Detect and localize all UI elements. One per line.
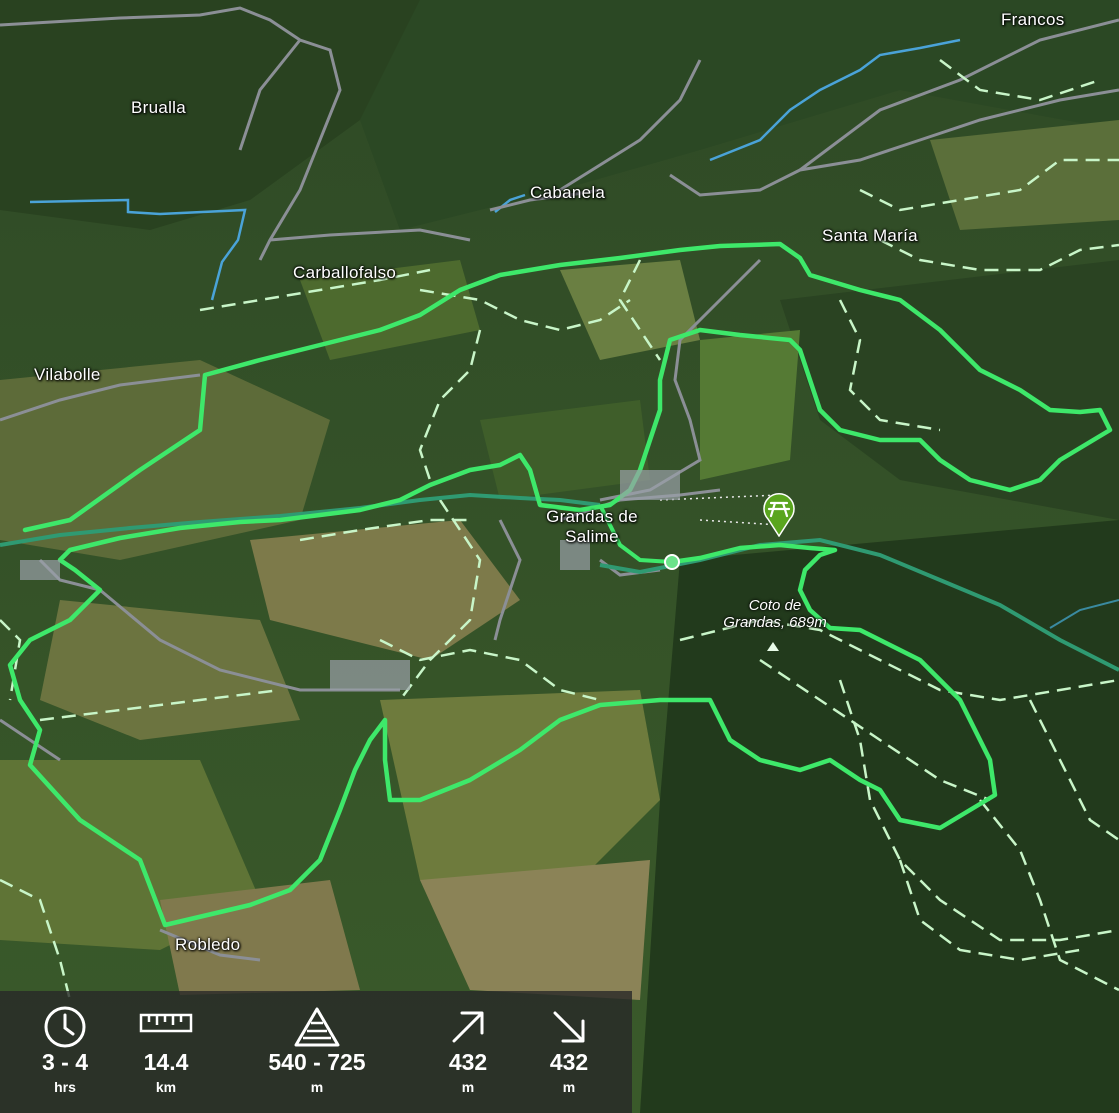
place-label-santa-maria: Santa María [822, 226, 918, 245]
place-label-francos: Francos [1001, 10, 1065, 29]
ruler-icon [139, 1013, 193, 1033]
map-view[interactable]: Francos Brualla Cabanela Santa María Car… [0, 0, 1119, 1113]
stat-ascent: 432 m [413, 991, 523, 1113]
elevation-range-value: 540 - 725 [268, 1049, 366, 1075]
clock-icon [44, 1006, 86, 1048]
place-label-brualla: Brualla [131, 98, 187, 117]
descent-value: 432 [549, 1049, 589, 1075]
satellite-terrain [0, 0, 1119, 1113]
place-label-vilabolle: Vilabolle [34, 365, 101, 384]
ascent-value: 432 [448, 1049, 488, 1075]
descent-arrow-icon [553, 1011, 585, 1043]
peak-name-line1: Coto de [748, 597, 802, 614]
route-start-marker[interactable] [664, 554, 680, 570]
duration-value: 3 - 4 [41, 1049, 89, 1075]
stat-elevation-range: 540 - 725 m [262, 991, 372, 1113]
place-label-cabanela: Cabanela [530, 183, 606, 202]
picnic-table-icon[interactable] [761, 491, 797, 537]
elevation-range-icon [294, 1007, 340, 1047]
stat-duration: 3 - 4 hrs [10, 991, 120, 1113]
peak-name-line2: Grandas, 689m [723, 614, 827, 631]
elevation-range-unit: m [310, 1079, 324, 1095]
duration-unit: hrs [54, 1079, 76, 1095]
distance-value: 14.4 [143, 1049, 189, 1075]
place-label-carballofalso: Carballofalso [293, 263, 397, 282]
ascent-unit: m [461, 1079, 475, 1095]
stat-distance: 14.4 km [111, 991, 221, 1113]
place-label-robledo: Robledo [175, 935, 241, 954]
peak-label: Coto de Grandas, 689m [700, 597, 850, 631]
place-label-grandas-de-salime: Grandas de Salime [546, 507, 638, 546]
distance-unit: km [155, 1079, 177, 1095]
ascent-arrow-icon [452, 1011, 484, 1043]
peak-triangle-icon [767, 642, 779, 651]
stat-descent: 432 m [514, 991, 624, 1113]
route-stats-panel: 3 - 4 hrs 14.4 km 540 - 725 m 432 m 432 … [0, 991, 632, 1113]
descent-unit: m [562, 1079, 576, 1095]
